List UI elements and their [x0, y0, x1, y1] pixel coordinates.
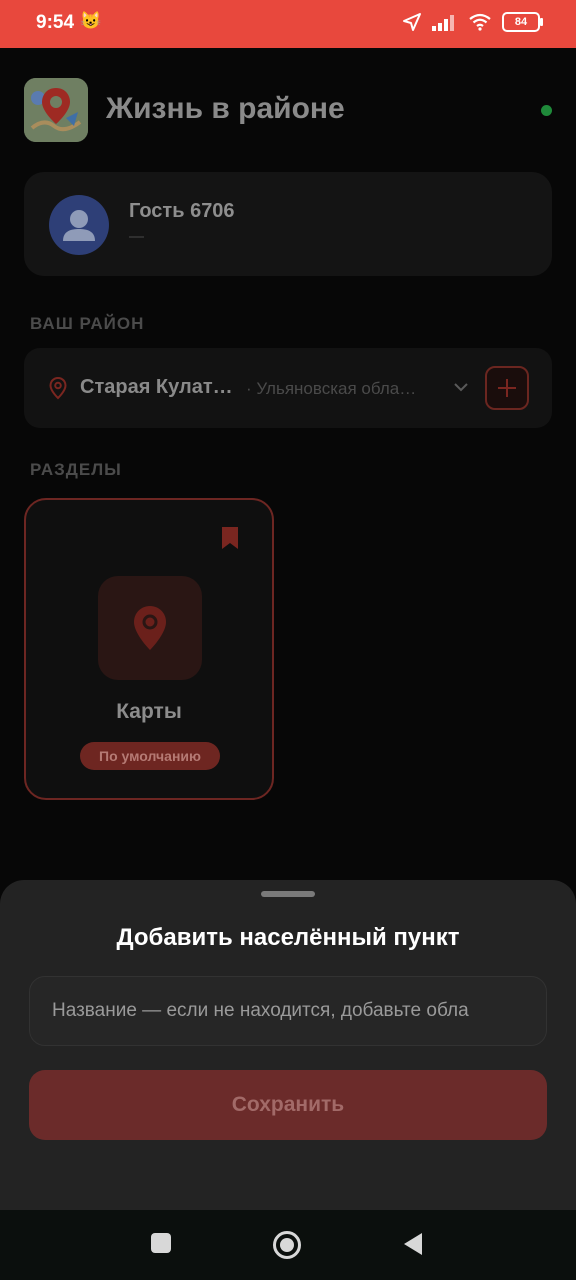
map-pin-icon — [134, 606, 166, 650]
notification-emoji-icon: 😺 — [80, 11, 102, 30]
location-pin-icon — [49, 376, 67, 400]
bookmark-icon[interactable] — [220, 526, 240, 550]
user-card[interactable]: Гость 6706 — — [24, 172, 552, 276]
plus-icon — [498, 379, 516, 397]
app-logo — [24, 78, 88, 142]
district-name: Старая Кулат… — [80, 376, 233, 398]
add-district-button[interactable] — [485, 366, 529, 410]
tile-title: Карты — [116, 700, 182, 723]
sheet-title: Добавить населённый пункт — [116, 924, 460, 951]
default-badge: По умолчанию — [80, 742, 220, 770]
online-status-dot — [541, 105, 552, 116]
save-button[interactable]: Сохранить — [29, 1070, 547, 1140]
home-icon[interactable] — [272, 1230, 302, 1260]
chevron-down-icon[interactable] — [452, 378, 470, 396]
district-section-label: ВАШ РАЙОН — [30, 314, 145, 333]
sections-label: РАЗДЕЛЫ — [30, 460, 122, 479]
user-subtitle: — — [129, 228, 144, 245]
recents-icon[interactable] — [150, 1232, 172, 1254]
section-tile-maps[interactable]: Карты По умолчанию — [24, 498, 274, 800]
status-icons: 84 — [402, 12, 543, 32]
sheet-drag-handle[interactable] — [261, 891, 315, 897]
settlement-name-input[interactable] — [29, 976, 547, 1046]
status-time: 9:54 — [36, 12, 75, 33]
system-navigation-bar — [0, 1210, 576, 1280]
back-icon[interactable] — [402, 1232, 424, 1256]
add-settlement-sheet: Добавить населённый пункт Сохранить — [0, 880, 576, 1210]
app-title: Жизнь в районе — [106, 92, 345, 125]
maps-icon-box — [98, 576, 202, 680]
app-logo-map-icon — [24, 78, 88, 142]
avatar — [49, 195, 109, 255]
location-arrow-icon — [403, 13, 421, 31]
status-bar: 9:54 😺 84 — [0, 0, 576, 48]
battery-icon: 84 — [502, 12, 543, 32]
user-name: Гость 6706 — [129, 200, 235, 222]
user-avatar-icon — [63, 210, 95, 241]
signal-icon — [432, 15, 454, 31]
wifi-icon — [469, 13, 491, 31]
district-selector[interactable]: Старая Кулат… · Ульяновская обла… — [24, 348, 552, 428]
district-region: · Ульяновская обла… — [246, 379, 417, 398]
